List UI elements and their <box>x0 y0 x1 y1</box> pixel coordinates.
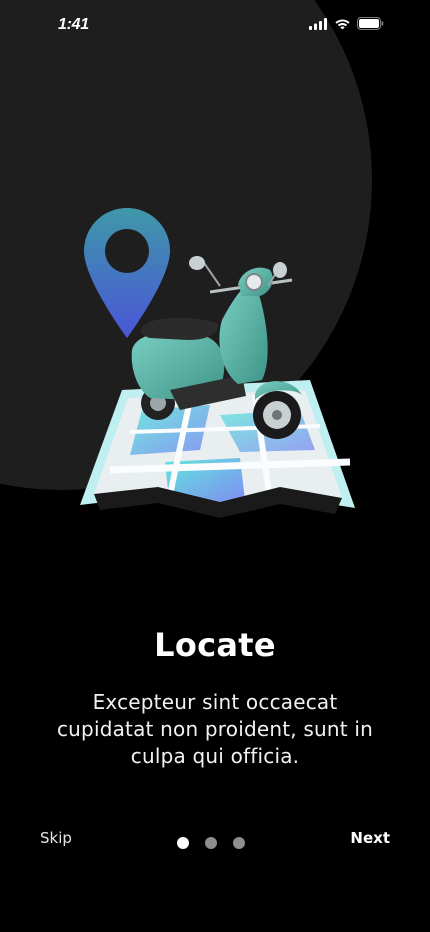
page-description: Excepteur sint occaecat cupidatat non pr… <box>56 690 374 768</box>
wifi-icon <box>335 18 350 29</box>
status-bar: 1:41 <box>0 0 430 50</box>
onboarding-screen: 1:41 Locate Excepteur sint occaecat cupi… <box>0 0 430 932</box>
battery-icon <box>357 17 384 30</box>
scooter-map-illustration <box>80 208 355 518</box>
page-dot-1[interactable] <box>177 837 189 849</box>
page-dot-3[interactable] <box>233 837 245 849</box>
page-dot-2[interactable] <box>205 837 217 849</box>
location-pin-icon <box>84 208 170 338</box>
status-icons <box>309 17 384 30</box>
cellular-signal-icon <box>309 17 327 30</box>
status-time: 1:41 <box>58 16 89 33</box>
page-indicator <box>177 837 245 849</box>
skip-button[interactable]: Skip <box>40 829 72 847</box>
next-button[interactable]: Next <box>350 829 390 847</box>
page-title: Locate <box>154 626 276 664</box>
